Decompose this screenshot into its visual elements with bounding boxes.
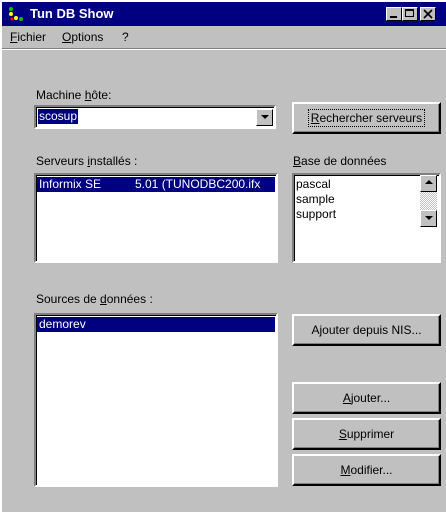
database-item[interactable]: sample [296, 192, 335, 207]
host-input[interactable]: scosup [38, 109, 79, 124]
menu-options[interactable]: Options [62, 30, 103, 44]
database-item[interactable]: pascal [296, 177, 331, 192]
close-button[interactable] [420, 7, 436, 21]
chevron-down-icon [261, 115, 269, 119]
window-title: Tun DB Show [30, 6, 114, 21]
menu-separator [2, 48, 446, 50]
host-label: Machine hôte: [36, 88, 112, 102]
servers-label: Serveurs installés : [36, 154, 138, 168]
add-button[interactable]: Ajouter... [292, 382, 441, 414]
maximize-button[interactable] [402, 7, 418, 21]
app-icon [9, 7, 23, 21]
add-from-nis-button[interactable]: Ajouter depuis NIS... [292, 314, 441, 346]
scroll-up-button[interactable] [420, 175, 437, 192]
maximize-icon [405, 9, 414, 17]
servers-list[interactable]: Informix SE 5.01 (TUNODBC200.ifx [34, 173, 278, 263]
host-combobox[interactable]: scosup [34, 105, 276, 129]
menu-fichier[interactable]: Fichier [10, 30, 46, 44]
app-window: Tun DB Show Fichier Options ? Machine hô… [0, 0, 446, 512]
server-name: Informix SE [39, 177, 102, 191]
minimize-button[interactable] [386, 7, 402, 21]
server-version: 5.01 (TUNODBC200.ifx [135, 177, 261, 191]
sources-list[interactable]: demorev [34, 313, 278, 487]
databases-scrollbar[interactable] [420, 175, 437, 227]
database-item[interactable]: support [296, 207, 336, 222]
menu-help[interactable]: ? [122, 30, 129, 44]
server-row[interactable]: Informix SE 5.01 (TUNODBC200.ifx [37, 177, 275, 192]
scroll-down-button[interactable] [420, 210, 437, 227]
chevron-down-icon [425, 216, 433, 220]
menu-bar: Fichier Options ? [2, 26, 446, 48]
sources-label: Sources de données : [36, 292, 153, 306]
modify-button[interactable]: Modifier... [292, 454, 441, 486]
close-icon [423, 9, 433, 19]
delete-button[interactable]: Supprimer [292, 418, 441, 450]
host-dropdown-button[interactable] [256, 109, 273, 126]
chevron-up-icon [425, 180, 433, 184]
databases-list[interactable]: pascal sample support [292, 173, 441, 263]
title-bar[interactable]: Tun DB Show [2, 2, 446, 26]
databases-label: Base de données [293, 154, 387, 168]
search-servers-button[interactable]: Rechercher serveurs [292, 102, 441, 134]
source-item[interactable]: demorev [37, 317, 275, 332]
minimize-icon [390, 16, 397, 18]
